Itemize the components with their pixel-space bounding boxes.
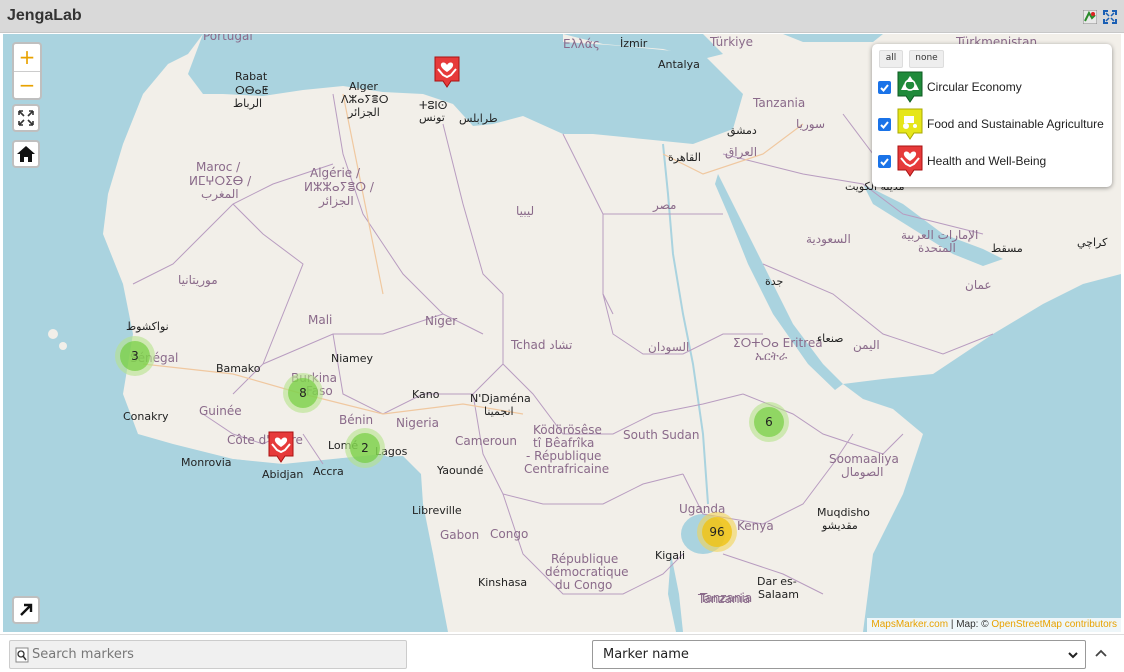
marker-cluster[interactable]: 6	[749, 402, 789, 442]
layer-checkbox[interactable]	[878, 155, 891, 168]
layer-checkbox[interactable]	[878, 118, 891, 131]
zoom-out-button[interactable]: −	[14, 71, 40, 99]
search-input[interactable]	[32, 641, 402, 668]
heart-hands-icon[interactable]	[267, 430, 295, 464]
marker-list-bar: Marker name	[0, 634, 1124, 672]
layer-item-food-agriculture[interactable]: Food and Sustainable Agriculture	[878, 107, 1106, 141]
cluster-count: 2	[361, 441, 369, 455]
map-canvas[interactable]: Portugal Ελλάς İzmir Türkiye Türkmenista…	[3, 34, 1121, 632]
expand-icon	[18, 110, 34, 126]
sort-select[interactable]: Marker name	[592, 640, 1086, 669]
fullscreen-button[interactable]	[12, 104, 40, 132]
reset-view-button[interactable]	[12, 140, 40, 168]
fullscreen-icon[interactable]	[1103, 10, 1117, 24]
select-all-button[interactable]: all	[879, 50, 903, 68]
layer-item-health-wellbeing[interactable]: Health and Well-Being	[878, 144, 1106, 178]
marker-cluster[interactable]: 96	[697, 512, 737, 552]
map-title: JengaLab	[7, 7, 82, 24]
cluster-count: 6	[765, 415, 773, 429]
title-bar: JengaLab	[0, 0, 1124, 33]
layer-control: all none Circular Economy Food and Susta…	[872, 44, 1112, 187]
cluster-count: 3	[131, 349, 139, 363]
zoom-in-button[interactable]: +	[14, 44, 40, 71]
recycle-icon	[897, 71, 923, 103]
attribution-text: | Map: ©	[948, 619, 992, 630]
layer-checkbox[interactable]	[878, 81, 891, 94]
home-icon	[17, 146, 35, 162]
open-standalone-button[interactable]	[12, 596, 40, 624]
kml-icon[interactable]	[1083, 10, 1097, 24]
search-box	[9, 640, 407, 669]
heart-hands-icon	[897, 145, 923, 177]
tractor-icon	[897, 108, 923, 140]
sort-select-value: Marker name	[603, 647, 689, 662]
arrow-up-right-icon	[20, 603, 33, 616]
cluster-count: 8	[299, 386, 307, 400]
chevron-down-icon	[1068, 652, 1078, 659]
select-none-button[interactable]: none	[909, 50, 944, 68]
layer-label: Food and Sustainable Agriculture	[927, 117, 1104, 131]
zoom-control: + −	[12, 42, 42, 100]
layer-item-circular-economy[interactable]: Circular Economy	[878, 70, 1106, 104]
cluster-count: 96	[709, 525, 725, 539]
osm-link[interactable]: OpenStreetMap contributors	[991, 619, 1117, 630]
marker-cluster[interactable]: 8	[283, 373, 323, 413]
mapsmarker-link[interactable]: MapsMarker.com	[871, 619, 948, 630]
chevron-up-icon[interactable]	[1094, 647, 1108, 659]
layer-label: Circular Economy	[927, 80, 1022, 94]
layer-label: Health and Well-Being	[927, 154, 1047, 168]
marker-cluster[interactable]: 3	[115, 336, 155, 376]
map-attribution: MapsMarker.com | Map: © OpenStreetMap co…	[867, 618, 1121, 632]
search-icon	[15, 647, 29, 663]
heart-hands-icon[interactable]	[433, 55, 461, 89]
marker-cluster[interactable]: 2	[345, 428, 385, 468]
